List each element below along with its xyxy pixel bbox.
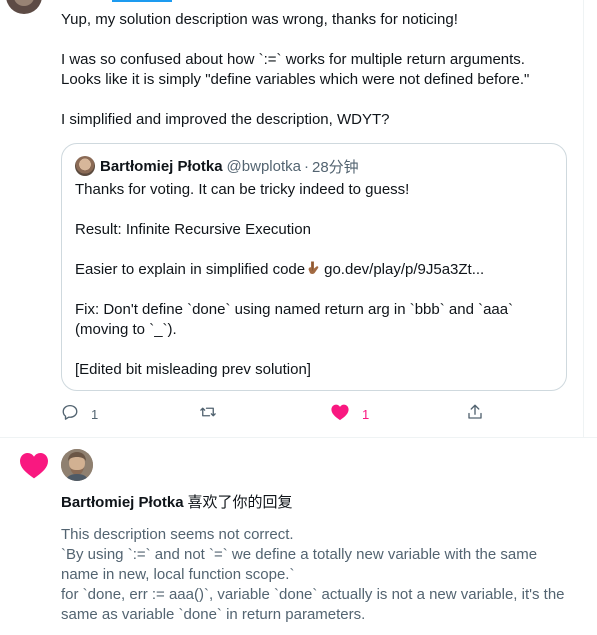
quoted-link[interactable]: go.dev/play/p/9J5a3Zt... bbox=[324, 261, 484, 278]
retweet-icon bbox=[198, 403, 218, 426]
pointing-down-emoji-icon bbox=[306, 260, 322, 276]
quoted-avatar bbox=[75, 156, 95, 176]
reply-count: 1 bbox=[91, 406, 99, 422]
quoted-author-handle: @bwplotka bbox=[226, 157, 301, 175]
quoted-text-line: Easier to explain in simplified code go.d… bbox=[75, 260, 484, 280]
retweet-button[interactable] bbox=[198, 403, 218, 425]
heart-icon bbox=[18, 450, 50, 480]
quoted-author-name: Bartłomiej Płotka bbox=[100, 157, 223, 175]
quoted-text-line: Thanks for voting. It can be tricky inde… bbox=[75, 181, 410, 198]
quoted-text-line: (moving to `_`). bbox=[75, 321, 177, 338]
liked-reply-text-line: same as variable `done` in return parame… bbox=[61, 606, 366, 623]
liked-reply-text-line: This description seems not correct. bbox=[61, 526, 294, 543]
reply-tweet[interactable]: Yup, my solution description was wrong, … bbox=[0, 0, 584, 437]
quoted-tweet[interactable]: Bartłomiej Płotka @bwplotka · 28分钟 Thank… bbox=[61, 143, 567, 391]
heart-filled-icon bbox=[330, 403, 350, 426]
liked-reply-text-line: for `done, err := aaa()`, variable `done… bbox=[61, 586, 565, 603]
liked-reply-text-line: `By using `:=` and not `=` we define a t… bbox=[61, 546, 538, 563]
reply-text-line: Looks like it is simply "define variable… bbox=[61, 71, 530, 88]
quoted-text-line: [Edited bit misleading prev solution] bbox=[75, 361, 311, 378]
notification-avatar[interactable] bbox=[61, 449, 93, 481]
mention-link-underline bbox=[112, 0, 172, 2]
reply-button[interactable]: 1 bbox=[61, 403, 98, 425]
share-icon bbox=[466, 403, 484, 426]
quoted-text-line: Result: Infinite Recursive Execution bbox=[75, 221, 311, 238]
reply-text-line: Yup, my solution description was wrong, … bbox=[61, 11, 458, 28]
like-count: 1 bbox=[362, 406, 370, 422]
like-button[interactable]: 1 bbox=[330, 403, 369, 425]
divider bbox=[0, 437, 597, 438]
notification-action: 喜欢了你的回复 bbox=[187, 494, 293, 511]
quoted-text-line: Fix: Don't define `done` using named ret… bbox=[75, 301, 514, 318]
reply-text-line: I simplified and improved the descriptio… bbox=[61, 111, 390, 128]
share-button[interactable] bbox=[466, 403, 484, 425]
reply-text-line: I was so confused about how `:=` works f… bbox=[61, 51, 525, 68]
user-avatar[interactable] bbox=[6, 0, 42, 14]
notification-user-name[interactable]: Bartłomiej Płotka bbox=[61, 494, 184, 511]
reply-icon bbox=[61, 403, 79, 426]
notification-header: Bartłomiej Płotka 喜欢了你的回复 bbox=[61, 493, 293, 513]
separator-dot: · bbox=[303, 157, 309, 175]
quoted-timestamp: 28分钟 bbox=[311, 158, 359, 176]
quoted-text-segment: Easier to explain in simplified code bbox=[75, 261, 306, 278]
quoted-tweet-header: Bartłomiej Płotka @bwplotka · 28分钟 bbox=[75, 156, 359, 176]
liked-reply-text-line: name in new, local function scope.` bbox=[61, 566, 295, 583]
